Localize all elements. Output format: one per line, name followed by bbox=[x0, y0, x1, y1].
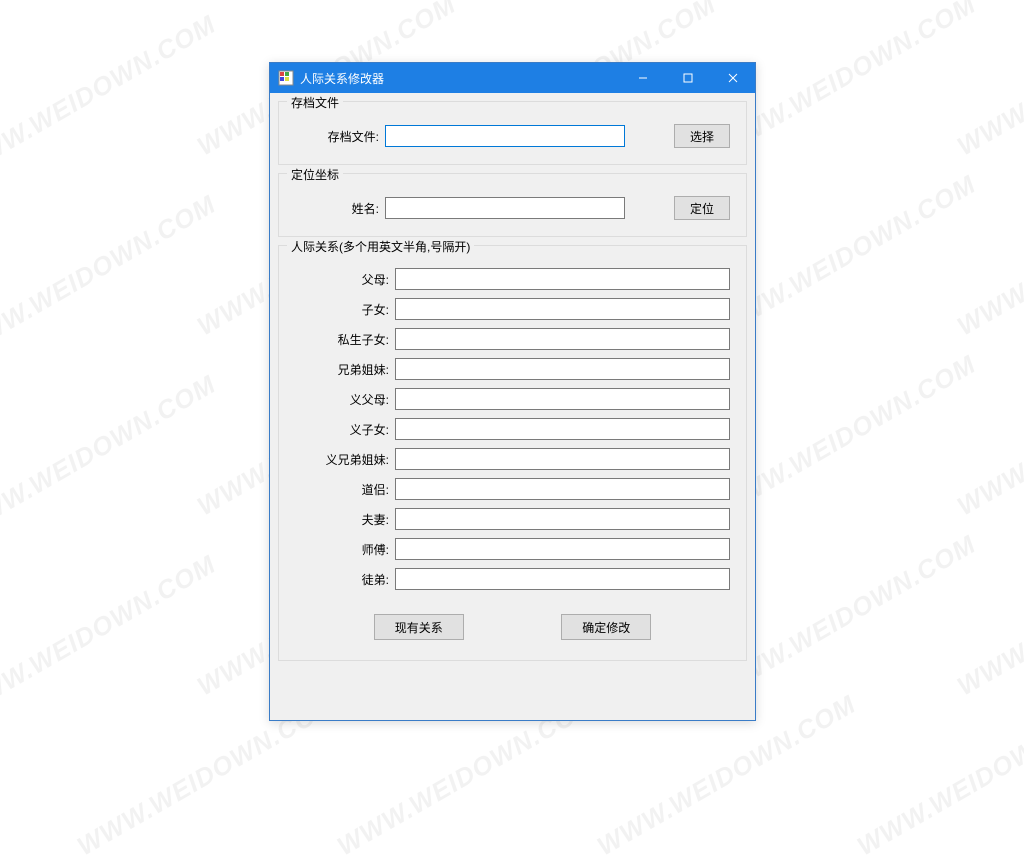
relation-label: 义子女: bbox=[295, 421, 395, 438]
relation-label: 父母: bbox=[295, 271, 395, 288]
watermark-text: WWW.WEIDOWN.COM bbox=[952, 169, 1024, 342]
watermark-text: WWW.WEIDOWN.COM bbox=[0, 189, 221, 362]
relation-label: 夫妻: bbox=[295, 511, 395, 528]
name-label: 姓名: bbox=[295, 200, 385, 217]
group-savefile-title: 存档文件 bbox=[287, 94, 343, 111]
maximize-button[interactable] bbox=[665, 63, 710, 93]
existing-relations-button[interactable]: 现有关系 bbox=[374, 614, 464, 640]
relation-input[interactable] bbox=[395, 298, 730, 320]
relation-row: 义父母: bbox=[295, 388, 730, 410]
app-window: 人际关系修改器 存档文件 存档文件: 选择 定位坐标 bbox=[269, 62, 756, 721]
watermark-text: WWW.WEIDOWN.COM bbox=[0, 369, 221, 542]
group-locate: 定位坐标 姓名: 定位 bbox=[278, 173, 747, 237]
relation-row: 师傅: bbox=[295, 538, 730, 560]
relation-input[interactable] bbox=[395, 268, 730, 290]
watermark-text: WWW.WEIDOWN.COM bbox=[852, 689, 1024, 862]
savefile-input[interactable] bbox=[385, 125, 625, 147]
relation-label: 义父母: bbox=[295, 391, 395, 408]
watermark-text: WWW.WEIDOWN.COM bbox=[952, 0, 1024, 162]
select-file-button[interactable]: 选择 bbox=[674, 124, 730, 148]
name-input[interactable] bbox=[385, 197, 625, 219]
relation-label: 徒弟: bbox=[295, 571, 395, 588]
relation-label: 义兄弟姐妹: bbox=[295, 451, 395, 468]
app-icon bbox=[278, 70, 294, 86]
window-title: 人际关系修改器 bbox=[300, 70, 384, 87]
relation-row: 徒弟: bbox=[295, 568, 730, 590]
group-relations: 人际关系(多个用英文半角,号隔开) 父母:子女:私生子女:兄弟姐妹:义父母:义子… bbox=[278, 245, 747, 661]
relation-input[interactable] bbox=[395, 448, 730, 470]
relation-label: 子女: bbox=[295, 301, 395, 318]
relation-row: 义兄弟姐妹: bbox=[295, 448, 730, 470]
relation-input[interactable] bbox=[395, 478, 730, 500]
watermark-text: WWW.WEIDOWN.COM bbox=[0, 9, 221, 182]
locate-button[interactable]: 定位 bbox=[674, 196, 730, 220]
relation-row: 夫妻: bbox=[295, 508, 730, 530]
watermark-text: WWW.WEIDOWN.COM bbox=[0, 549, 221, 722]
minimize-button[interactable] bbox=[620, 63, 665, 93]
relation-row: 私生子女: bbox=[295, 328, 730, 350]
relation-input[interactable] bbox=[395, 418, 730, 440]
group-locate-title: 定位坐标 bbox=[287, 166, 343, 183]
relation-label: 师傅: bbox=[295, 541, 395, 558]
relation-row: 子女: bbox=[295, 298, 730, 320]
relation-input[interactable] bbox=[395, 388, 730, 410]
watermark-text: WWW.WEIDOWN.COM bbox=[952, 349, 1024, 522]
client-area: 存档文件 存档文件: 选择 定位坐标 姓名: 定位 人际关系(多个用英文半角,号… bbox=[270, 93, 755, 677]
relation-input[interactable] bbox=[395, 538, 730, 560]
relation-row: 父母: bbox=[295, 268, 730, 290]
titlebar-controls bbox=[620, 63, 755, 93]
relation-row: 道侣: bbox=[295, 478, 730, 500]
close-button[interactable] bbox=[710, 63, 755, 93]
relation-input[interactable] bbox=[395, 508, 730, 530]
group-savefile: 存档文件 存档文件: 选择 bbox=[278, 101, 747, 165]
relation-label: 兄弟姐妹: bbox=[295, 361, 395, 378]
watermark-text: WWW.WEIDOWN.COM bbox=[952, 529, 1024, 702]
relation-label: 私生子女: bbox=[295, 331, 395, 348]
relation-label: 道侣: bbox=[295, 481, 395, 498]
titlebar[interactable]: 人际关系修改器 bbox=[270, 63, 755, 93]
relation-input[interactable] bbox=[395, 568, 730, 590]
relation-input[interactable] bbox=[395, 358, 730, 380]
savefile-label: 存档文件: bbox=[295, 128, 385, 145]
relation-input[interactable] bbox=[395, 328, 730, 350]
group-relations-title: 人际关系(多个用英文半角,号隔开) bbox=[287, 238, 474, 255]
confirm-modify-button[interactable]: 确定修改 bbox=[561, 614, 651, 640]
relation-row: 兄弟姐妹: bbox=[295, 358, 730, 380]
relation-row: 义子女: bbox=[295, 418, 730, 440]
